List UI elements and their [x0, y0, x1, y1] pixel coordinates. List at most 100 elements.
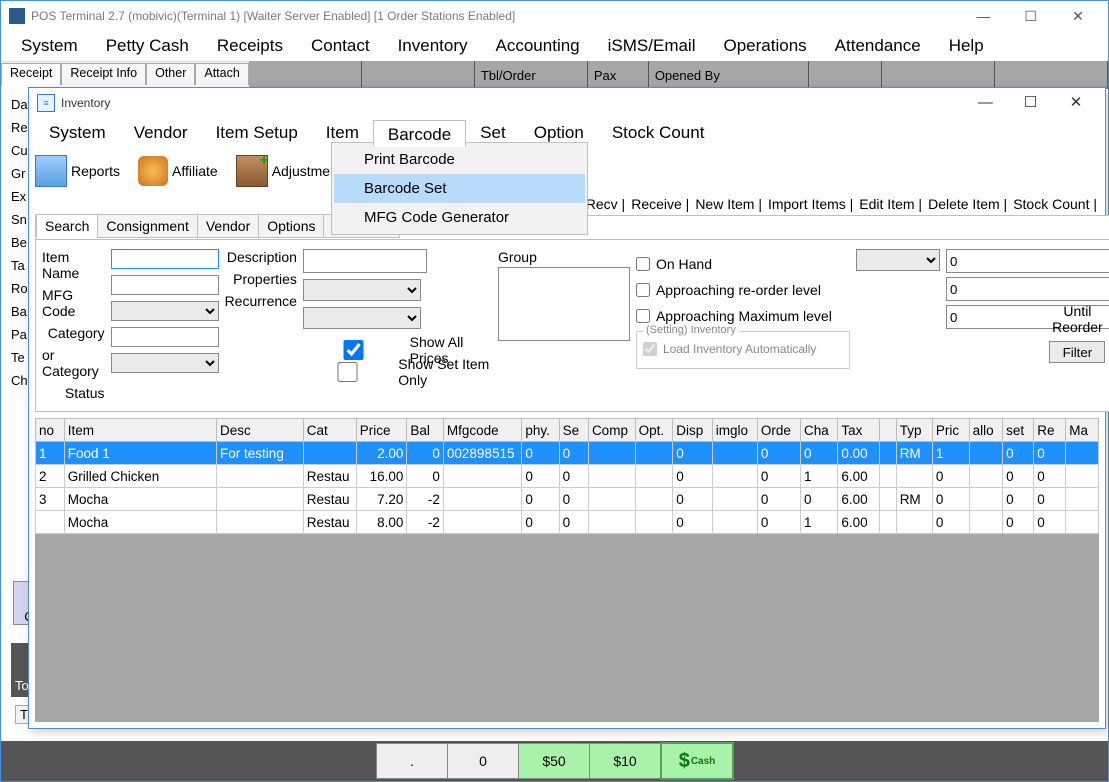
- table-row[interactable]: 1Food 1For testing2.000002898515000000.0…: [36, 442, 1099, 465]
- col-header[interactable]: set: [1003, 419, 1034, 442]
- main-menu-attendance[interactable]: Attendance: [821, 32, 935, 60]
- mfg-code-label: MFG Code: [42, 287, 105, 319]
- search-tab-vendor[interactable]: Vendor: [197, 214, 259, 238]
- search-tab-consignment[interactable]: Consignment: [97, 214, 198, 238]
- col-header[interactable]: Comp: [588, 419, 635, 442]
- show-set-item-check[interactable]: Show Set Item Only: [303, 361, 492, 383]
- inv-maximize-icon[interactable]: ☐: [1010, 89, 1052, 117]
- main-menu-receipts[interactable]: Receipts: [203, 32, 297, 60]
- item-name-input[interactable]: [111, 249, 219, 269]
- recurrence-label: Recurrence: [225, 293, 297, 309]
- status-select[interactable]: [111, 353, 219, 373]
- properties-select[interactable]: [303, 279, 421, 301]
- minimize-icon[interactable]: —: [961, 1, 1005, 31]
- main-menu-ismsemail[interactable]: iSMS/Email: [594, 32, 710, 60]
- description-label: Description: [227, 249, 297, 265]
- col-header[interactable]: Cha: [800, 419, 837, 442]
- main-menu-operations[interactable]: Operations: [710, 32, 821, 60]
- col-header[interactable]: Price: [356, 419, 407, 442]
- inv-menu-vendor[interactable]: Vendor: [120, 119, 202, 147]
- inv-menu-barcode[interactable]: Barcode: [373, 120, 466, 147]
- pax-label: Pax: [588, 61, 649, 89]
- inv-menu-item-setup[interactable]: Item Setup: [202, 119, 312, 147]
- barcode-menu-mfg-code-generator[interactable]: MFG Code Generator: [334, 203, 585, 232]
- or-category-input[interactable]: [111, 327, 219, 347]
- col-header[interactable]: Se: [559, 419, 588, 442]
- tbl-order-label: Tbl/Order: [475, 61, 588, 89]
- col-header[interactable]: Cat: [303, 419, 356, 442]
- description-input[interactable]: [303, 249, 427, 273]
- group-listbox[interactable]: [498, 267, 630, 341]
- affiliate-button[interactable]: Affiliate: [138, 156, 218, 186]
- quick-link[interactable]: Stock Count |: [1013, 196, 1097, 212]
- close-icon[interactable]: ✕: [1056, 1, 1100, 31]
- quick-link[interactable]: Edit Item |: [859, 196, 922, 212]
- barcode-dropdown: Print BarcodeBarcode SetMFG Code Generat…: [331, 142, 588, 235]
- col-header[interactable]: phy.: [522, 419, 559, 442]
- recurrence-select[interactable]: [303, 307, 421, 329]
- main-menu-pettycash[interactable]: Petty Cash: [92, 32, 203, 60]
- cash-button[interactable]: $Cash: [660, 742, 734, 780]
- col-header[interactable]: allo: [969, 419, 1002, 442]
- barcode-menu-print-barcode[interactable]: Print Barcode: [334, 145, 585, 174]
- main-tabs: ReceiptReceipt InfoOtherAttach: [1, 61, 249, 84]
- reports-button[interactable]: Reports: [35, 155, 120, 187]
- inv-menu-system[interactable]: System: [35, 119, 120, 147]
- group-label: Group: [498, 249, 630, 265]
- search-panel: SearchConsignmentVendorOptionsPublisher …: [35, 215, 1109, 412]
- barcode-menu-barcode-set[interactable]: Barcode Set: [334, 174, 585, 203]
- main-menu-system[interactable]: System: [7, 32, 92, 60]
- adjustment-button[interactable]: Adjustmen: [236, 155, 338, 187]
- col-header[interactable]: Disp: [673, 419, 712, 442]
- col-header[interactable]: Ma: [1066, 419, 1099, 442]
- tab-attach[interactable]: Attach: [195, 63, 248, 85]
- maximize-icon[interactable]: ☐: [1009, 1, 1053, 31]
- main-menu-help[interactable]: Help: [935, 32, 998, 60]
- mfg-code-input[interactable]: [111, 275, 219, 295]
- tab-receipt[interactable]: Receipt: [1, 63, 61, 85]
- col-header[interactable]: Opt.: [635, 419, 673, 442]
- filter-button[interactable]: Filter: [1049, 341, 1105, 363]
- inv-minimize-icon[interactable]: —: [964, 89, 1006, 117]
- col-header[interactable]: Item: [64, 419, 216, 442]
- inv-menu-stock-count[interactable]: Stock Count: [598, 119, 719, 147]
- table-row[interactable]: 3MochaRestau7.20-2000006.00RM000: [36, 488, 1099, 511]
- quick-cash-10[interactable]: $10: [589, 743, 661, 779]
- col-header[interactable]: Pric: [932, 419, 969, 442]
- main-menu-inventory[interactable]: Inventory: [384, 32, 482, 60]
- category-select[interactable]: [111, 301, 219, 321]
- app-icon: [9, 8, 25, 24]
- tab-other[interactable]: Other: [146, 63, 195, 85]
- table-row[interactable]: MochaRestau8.00-2000016.00000: [36, 511, 1099, 534]
- col-header[interactable]: Tax: [838, 419, 880, 442]
- col-header[interactable]: Orde: [757, 419, 800, 442]
- col-header[interactable]: Bal: [407, 419, 444, 442]
- search-tab-options[interactable]: Options: [258, 214, 324, 238]
- col-header[interactable]: imglo: [712, 419, 757, 442]
- quick-link[interactable]: New Item |: [695, 196, 762, 212]
- quick-link[interactable]: Receive |: [631, 196, 689, 212]
- keypad-dot[interactable]: .: [376, 743, 448, 779]
- inventory-grid[interactable]: noItemDescCatPriceBalMfgcodephy.SeCompOp…: [35, 418, 1099, 534]
- main-menu: SystemPetty CashReceiptsContactInventory…: [1, 31, 1108, 61]
- tab-receipt-info[interactable]: Receipt Info: [61, 63, 146, 85]
- approaching-reorder-check[interactable]: Approaching re-order level: [636, 277, 850, 303]
- table-row[interactable]: 2Grilled ChickenRestau16.000000016.00000: [36, 465, 1099, 488]
- col-header[interactable]: Re: [1034, 419, 1066, 442]
- quick-link[interactable]: Delete Item |: [928, 196, 1007, 212]
- col-header[interactable]: Typ: [896, 419, 932, 442]
- col-header[interactable]: Mfgcode: [443, 419, 521, 442]
- col-header[interactable]: no: [36, 419, 65, 442]
- inv-close-icon[interactable]: ✕: [1055, 89, 1097, 117]
- col-header[interactable]: Desc: [217, 419, 304, 442]
- search-tab-search[interactable]: Search: [36, 214, 98, 238]
- quick-cash-50[interactable]: $50: [518, 743, 590, 779]
- on-hand-operator-select[interactable]: [856, 249, 940, 271]
- main-menu-contact[interactable]: Contact: [297, 32, 384, 60]
- until-reorder-label: Until Reorder: [1046, 303, 1109, 335]
- col-header[interactable]: [879, 419, 896, 442]
- on-hand-check[interactable]: On Hand: [636, 251, 850, 277]
- quick-link[interactable]: Import Items |: [768, 196, 853, 212]
- main-menu-accounting[interactable]: Accounting: [482, 32, 594, 60]
- keypad-zero[interactable]: 0: [447, 743, 519, 779]
